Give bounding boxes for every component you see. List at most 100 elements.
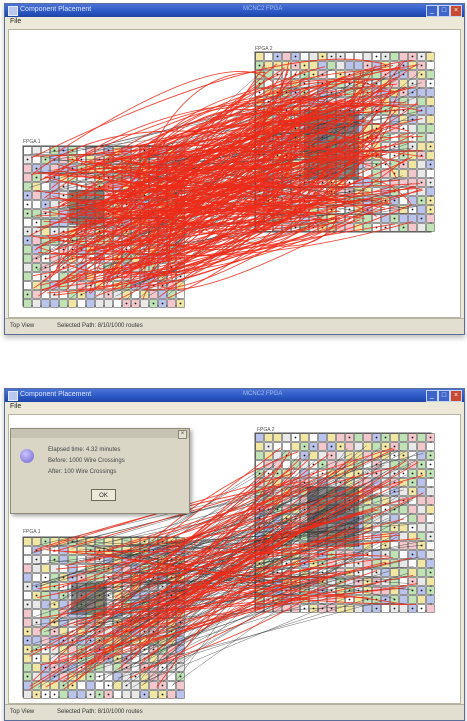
logic-cell	[41, 164, 50, 173]
logic-cell	[140, 299, 149, 308]
logic-cell	[255, 433, 264, 442]
logic-cell	[390, 568, 399, 577]
logic-cell	[23, 537, 32, 546]
status-path: Selected Path: 8/10/1000 routes	[57, 709, 143, 715]
logic-cell	[417, 505, 426, 514]
logic-cell	[23, 182, 32, 191]
logic-cell	[363, 52, 372, 61]
close-icon[interactable]: ×	[450, 390, 462, 402]
logic-cell	[336, 451, 345, 460]
menu-file[interactable]: File	[10, 18, 21, 25]
logic-cell	[426, 187, 435, 196]
logic-cell	[32, 272, 41, 281]
logic-cell	[426, 442, 435, 451]
maximize-icon[interactable]: □	[438, 5, 450, 17]
logic-cell	[59, 600, 68, 609]
menu-bar: File	[5, 402, 464, 413]
logic-cell	[426, 223, 435, 232]
logic-cell	[426, 487, 435, 496]
ok-button[interactable]: OK	[91, 489, 116, 501]
window-title: Component Placement	[20, 391, 92, 398]
logic-cell	[417, 523, 426, 532]
logic-cell	[426, 577, 435, 586]
logic-cell	[23, 263, 32, 272]
logic-cell	[41, 618, 50, 627]
logic-cell	[336, 433, 345, 442]
title-bar[interactable]: Component Placement MCNC2 FPGA _ □ ×	[5, 389, 464, 402]
app-icon	[8, 6, 18, 16]
logic-cell	[282, 442, 291, 451]
logic-cell	[417, 532, 426, 541]
logic-cell	[417, 142, 426, 151]
logic-cell	[381, 496, 390, 505]
logic-cell	[50, 299, 59, 308]
logic-cell	[41, 564, 50, 573]
menu-file[interactable]: File	[10, 403, 21, 410]
logic-cell	[417, 478, 426, 487]
logic-cell	[417, 124, 426, 133]
logic-cell	[176, 663, 185, 672]
logic-cell	[426, 115, 435, 124]
logic-cell	[426, 61, 435, 70]
logic-cell	[23, 281, 32, 290]
logic-cell	[426, 496, 435, 505]
logic-cell	[264, 52, 273, 61]
logic-cell	[408, 196, 417, 205]
logic-cell	[104, 299, 113, 308]
close-icon[interactable]: ×	[178, 430, 187, 439]
logic-cell	[41, 182, 50, 191]
logic-cell	[32, 573, 41, 582]
logic-cell	[417, 496, 426, 505]
status-bar: Top View Selected Path: 8/10/1000 routes	[5, 318, 464, 334]
logic-cell	[354, 61, 363, 70]
logic-cell	[426, 514, 435, 523]
title-bar[interactable]: Component Placement MCNC2 FPGA _ □ ×	[5, 4, 464, 17]
logic-cell	[59, 299, 68, 308]
logic-cell	[417, 169, 426, 178]
logic-cell	[291, 442, 300, 451]
logic-cell	[426, 133, 435, 142]
logic-cell	[255, 451, 264, 460]
logic-cell	[32, 191, 41, 200]
logic-cell	[426, 169, 435, 178]
logic-cell	[50, 564, 59, 573]
logic-cell	[399, 604, 408, 613]
status-path: Selected Path: 8/10/1000 routes	[57, 323, 143, 329]
logic-cell	[41, 555, 50, 564]
logic-cell	[23, 618, 32, 627]
logic-cell	[23, 218, 32, 227]
logic-cell	[86, 681, 95, 690]
logic-cell	[417, 451, 426, 460]
close-icon[interactable]: ×	[450, 5, 462, 17]
status-bar: Top View Selected Path: 8/10/1000 routes	[5, 704, 464, 720]
logic-cell	[23, 591, 32, 600]
placement-diagram: FPGA 1 FPGA 2	[22, 46, 435, 308]
logic-cell	[95, 299, 104, 308]
logic-cell	[282, 433, 291, 442]
placement-canvas[interactable]: FPGA 1 FPGA 2	[8, 29, 461, 318]
logic-cell	[32, 627, 41, 636]
minimize-icon[interactable]: _	[426, 390, 438, 402]
logic-cell	[408, 559, 417, 568]
logic-cell	[426, 88, 435, 97]
logic-cell	[86, 299, 95, 308]
logic-cell	[68, 299, 77, 308]
minimize-icon[interactable]: _	[426, 5, 438, 17]
logic-cell	[372, 550, 381, 559]
logic-cell	[408, 124, 417, 133]
result-dialog: × Elapsed time: 4.32 minutes Before: 100…	[10, 428, 190, 514]
dialog-crossings-after: After: 100 Wire Crossings	[48, 469, 117, 475]
logic-cell	[273, 442, 282, 451]
logic-cell	[408, 505, 417, 514]
logic-cell	[23, 681, 32, 690]
logic-cell	[167, 299, 176, 308]
logic-cell	[399, 550, 408, 559]
maximize-icon[interactable]: □	[438, 390, 450, 402]
dialog-title-bar[interactable]: ×	[11, 429, 189, 439]
logic-cell	[426, 151, 435, 160]
info-icon	[20, 449, 34, 463]
logic-cell	[426, 52, 435, 61]
logic-cell	[122, 672, 131, 681]
logic-cell	[41, 299, 50, 308]
logic-cell	[363, 433, 372, 442]
